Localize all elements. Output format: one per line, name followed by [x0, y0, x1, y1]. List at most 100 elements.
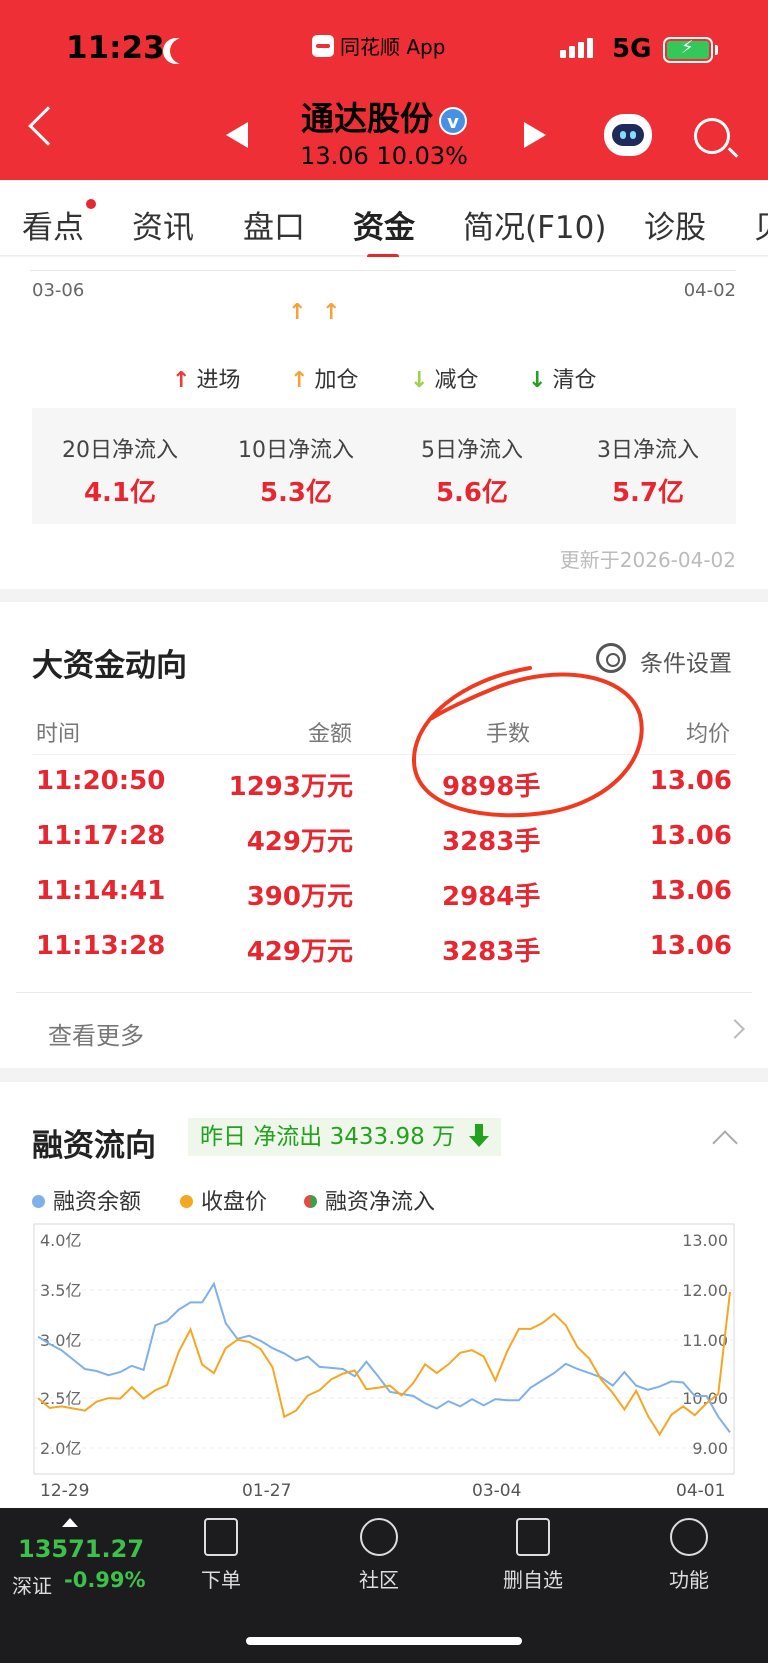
tab-f10[interactable]: 简况(F10): [463, 202, 606, 247]
nav-label: 社区: [359, 1568, 399, 1592]
chart-baseline: [30, 270, 736, 271]
tab-diagnosis[interactable]: 诊股: [644, 202, 706, 247]
view-more-button[interactable]: 查看更多: [48, 1016, 144, 1051]
order-icon: [204, 1518, 238, 1556]
legend-dot-icon: [32, 1195, 45, 1208]
search-icon[interactable]: [694, 118, 730, 154]
nav-order[interactable]: 下单: [166, 1518, 276, 1593]
legend-clear: ↓ 清仓: [528, 362, 596, 394]
legend-label: 进场: [196, 368, 241, 393]
stock-title: 通达股份 v: [0, 92, 768, 140]
y-right-tick: 11.00: [682, 1331, 728, 1350]
x-tick: 12-29: [40, 1481, 89, 1501]
series-margin-balance: [37, 1281, 731, 1433]
nav-community[interactable]: 社区: [324, 1518, 434, 1593]
legend-close-price: 收盘价: [180, 1184, 267, 1216]
big-money-title: 大资金动向: [32, 648, 187, 684]
update-time: 更新于2026-04-02: [559, 548, 736, 572]
add-position-marker-icon: ↑: [288, 300, 307, 325]
y-left-tick: 3.0亿: [40, 1331, 81, 1350]
battery-tip: [715, 45, 718, 55]
nav-label: 功能: [669, 1568, 709, 1592]
nav-label: 删自选: [503, 1568, 563, 1592]
legend-label: 加仓: [314, 368, 359, 393]
annotation-circle: [411, 666, 644, 818]
legend-dot-icon: [304, 1195, 317, 1208]
row-avg-price: 13.06: [649, 931, 732, 961]
row-time: 11:20:50: [36, 766, 166, 796]
index-value[interactable]: 13571.27: [18, 1535, 144, 1563]
date-end: 04-02: [683, 280, 736, 301]
fund-chart-dates: 03-06 04-02: [32, 280, 736, 301]
date-start: 03-06: [32, 280, 85, 301]
app-tag: 同花顺 App: [312, 31, 445, 60]
row-time: 11:13:28: [36, 931, 166, 961]
menu-icon: [670, 1518, 708, 1556]
status-time: 11:23: [66, 30, 165, 66]
row-amount: 1293万元: [228, 772, 353, 802]
enter-arrow-icon: ↑: [172, 368, 191, 393]
signal-icon: [560, 38, 593, 58]
unread-dot: [86, 199, 96, 209]
row-amount: 429万元: [246, 937, 353, 967]
network-type: 5G: [612, 34, 652, 64]
legend-enter: ↑ 进场: [172, 362, 240, 394]
legend-label: 融资余额: [53, 1190, 142, 1215]
legend-label: 减仓: [434, 368, 479, 393]
series-close-price: [37, 1291, 731, 1437]
nav-functions[interactable]: 功能: [634, 1518, 744, 1593]
legend-reduce: ↓ 减仓: [410, 362, 478, 394]
legend-dot-icon: [180, 1195, 193, 1208]
clear-arrow-icon: ↓: [528, 368, 547, 393]
flow-label: 20日净流入: [62, 438, 178, 463]
stock-price: 13.06: [300, 142, 369, 170]
tab-order-book[interactable]: 盘口: [243, 202, 305, 247]
flow-value: 5.6亿: [435, 478, 509, 508]
badge-text: 昨日 净流出 3433.98 万: [200, 1124, 456, 1150]
tab-news[interactable]: 资讯: [132, 202, 194, 247]
legend-net-inflow: 融资净流入: [304, 1184, 435, 1216]
reduce-arrow-icon: ↓: [410, 368, 429, 393]
home-indicator: [246, 1637, 522, 1645]
tab-funds[interactable]: 资金: [353, 202, 415, 247]
flow-10d: 10日净流入 5.3亿: [208, 408, 384, 524]
nav-label: 下单: [201, 1568, 241, 1592]
legend-margin-balance: 融资余额: [32, 1184, 141, 1216]
battery-icon: [663, 37, 713, 63]
x-tick: 04-01: [676, 1481, 725, 1501]
verified-icon: v: [439, 106, 467, 135]
margin-chart: 4.0亿 13.003.5亿 12.003.0亿 11.002.5亿 10.002.0亿…: [33, 1223, 735, 1501]
moon-icon: [170, 38, 196, 64]
app-name: 同花顺 App: [340, 35, 446, 59]
margin-title: 融资流向: [32, 1128, 156, 1164]
x-tick: 01-27: [242, 1481, 291, 1501]
tab-kandian[interactable]: 看点: [22, 202, 84, 247]
flow-5d: 5日净流入 5.6亿: [384, 408, 560, 524]
row-amount: 390万元: [246, 882, 353, 912]
row-avg-price: 13.06: [649, 766, 732, 796]
minus-box-icon: [516, 1518, 550, 1556]
app-logo-icon: [312, 34, 334, 57]
legend-label: 清仓: [552, 368, 597, 393]
col-avg-price: 均价: [686, 722, 731, 747]
y-right-tick: 13.00: [682, 1231, 728, 1250]
row-amount: 429万元: [246, 827, 353, 857]
x-tick: 03-04: [472, 1481, 521, 1501]
star-icon: [360, 1518, 398, 1556]
flow-20d: 20日净流入 4.1亿: [32, 408, 208, 524]
flow-value: 5.3亿: [259, 478, 333, 508]
tab-more[interactable]: 贝: [754, 202, 768, 247]
row-avg-price: 13.06: [649, 821, 732, 851]
y-left-tick: 3.5亿: [40, 1281, 81, 1300]
net-outflow-badge: 昨日 净流出 3433.98 万: [188, 1118, 502, 1156]
row-avg-price: 13.06: [649, 876, 732, 906]
nav-remove-watchlist[interactable]: 删自选: [478, 1518, 588, 1593]
net-inflow-summary: 20日净流入 4.1亿 10日净流入 5.3亿 5日净流入 5.6亿 3日净流入 5.7…: [32, 408, 736, 524]
add-position-marker-icon: ↑: [322, 300, 341, 325]
expand-up-icon[interactable]: [62, 1518, 78, 1527]
flow-3d: 3日净流入 5.7亿: [560, 408, 736, 524]
y-right-tick: 9.00: [692, 1439, 728, 1458]
assistant-robot-icon[interactable]: [604, 114, 652, 156]
stock-change: 10.03%: [376, 142, 468, 170]
row-time: 11:14:41: [36, 876, 166, 906]
